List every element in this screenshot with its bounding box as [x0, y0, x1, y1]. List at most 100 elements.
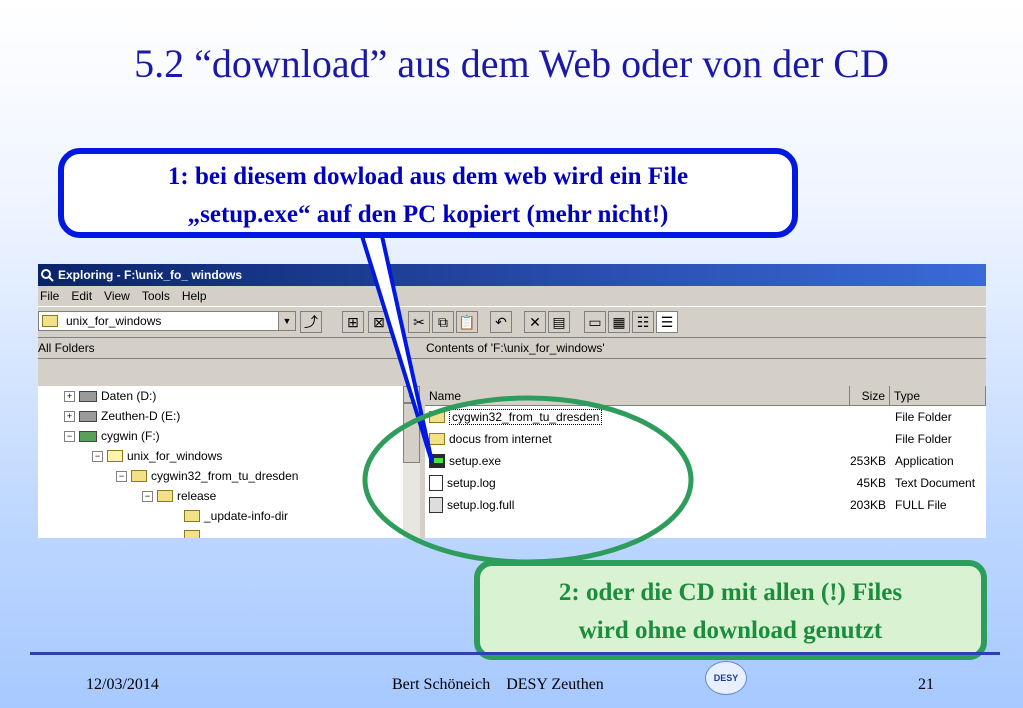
- column-name[interactable]: Name: [425, 386, 850, 406]
- explorer-window: Exploring - F:\unix_fo_ windows File Edi…: [38, 264, 986, 538]
- small-icons-button[interactable]: ▦: [608, 311, 630, 333]
- chevron-down-icon[interactable]: ▼: [278, 312, 295, 330]
- collapse-icon[interactable]: −: [142, 490, 153, 502]
- undo-button[interactable]: ↶: [490, 311, 512, 333]
- application-icon: [429, 454, 445, 468]
- tree-item-zeuthen[interactable]: + Zeuthen-D (E:): [64, 406, 180, 426]
- contents-label: Contents of 'F:\unix_for_windows': [426, 341, 605, 355]
- footer-author: Bert Schöneich DESY Zeuthen: [392, 676, 604, 693]
- copy-icon: ⧉: [438, 314, 448, 330]
- file-size: 253KB: [849, 454, 886, 468]
- file-row[interactable]: setup.log.full 203KB FULL File: [425, 494, 986, 516]
- callout-line: „setup.exe“ auf den PC kopiert (mehr nic…: [187, 201, 669, 228]
- tree-item-daten[interactable]: + Daten (D:): [64, 386, 156, 406]
- file-name: setup.exe: [449, 454, 502, 468]
- expand-icon[interactable]: +: [64, 390, 75, 402]
- up-folder-icon: ⤴: [304, 314, 318, 330]
- file-type: FULL File: [895, 498, 947, 512]
- file-list: Name Size Type cygwin32_from_tu_dresden …: [425, 386, 986, 538]
- folder-icon: [131, 470, 147, 482]
- tree-item-unix-for-windows[interactable]: − unix_for_windows: [92, 446, 222, 466]
- callout-cd: 2: oder die CD mit allen (!) Files wird …: [474, 560, 987, 660]
- tree-item-label: unix_for_windows: [127, 449, 223, 463]
- address-value: unix_for_windows: [66, 314, 162, 328]
- tree-item-label: release: [177, 489, 217, 503]
- file-row[interactable]: docus from internet File Folder: [425, 428, 986, 450]
- menu-view[interactable]: View: [104, 289, 130, 303]
- disconnect-drive-icon: ⊠: [373, 314, 385, 330]
- tree-item-label: Zeuthen-D (E:): [101, 409, 181, 423]
- expand-icon[interactable]: +: [64, 410, 75, 422]
- file-type: Text Document: [895, 476, 976, 490]
- file-size: 203KB: [849, 498, 886, 512]
- file-name: setup.log: [447, 476, 496, 490]
- list-view-icon: ☷: [636, 314, 650, 330]
- tree-item-partial[interactable]: [184, 526, 204, 538]
- window-title: Exploring - F:\unix_fo_ windows: [58, 268, 243, 282]
- window-titlebar[interactable]: Exploring - F:\unix_fo_ windows: [38, 264, 986, 286]
- collapse-icon[interactable]: −: [116, 470, 127, 482]
- paste-icon: 📋: [458, 314, 476, 330]
- folder-tree[interactable]: + Daten (D:) + Zeuthen-D (E:) − cygwin (…: [38, 386, 403, 538]
- scroll-up-icon[interactable]: ▲: [403, 386, 420, 403]
- page-number: 21: [918, 676, 934, 693]
- paste-button[interactable]: 📋: [456, 311, 478, 333]
- tree-item-label: _update-info-dir: [204, 509, 289, 523]
- menu-tools[interactable]: Tools: [142, 289, 170, 303]
- column-size[interactable]: Size: [850, 386, 890, 406]
- file-type: File Folder: [895, 432, 952, 446]
- column-type[interactable]: Type: [890, 386, 986, 406]
- tree-item-update-info-dir[interactable]: _update-info-dir: [184, 506, 288, 526]
- file-name: setup.log.full: [447, 498, 515, 512]
- callout-download: 1: bei diesem dowload aus dem web wird e…: [58, 148, 798, 238]
- callout-line: 2: oder die CD mit allen (!) Files: [558, 579, 903, 606]
- scroll-thumb[interactable]: [403, 403, 420, 463]
- cut-button[interactable]: ✂: [408, 311, 430, 333]
- all-folders-label: All Folders: [38, 341, 95, 355]
- file-type: Application: [895, 454, 954, 468]
- properties-button[interactable]: ▤: [548, 311, 570, 333]
- properties-icon: ▤: [552, 314, 566, 330]
- folder-icon: [184, 530, 200, 538]
- menu-edit[interactable]: Edit: [71, 289, 92, 303]
- file-row[interactable]: setup.log 45KB Text Document: [425, 472, 986, 494]
- file-row[interactable]: setup.exe 253KB Application: [425, 450, 986, 472]
- undo-icon: ↶: [495, 314, 507, 330]
- map-drive-button[interactable]: ⊞: [342, 311, 364, 333]
- tree-item-cygwin[interactable]: − cygwin (F:): [64, 426, 160, 446]
- address-combo[interactable]: unix_for_windows ▼: [38, 311, 296, 331]
- toolbar: unix_for_windows ▼ ⤴ ⊞ ⊠ ✂ ⧉ 📋 ↶ ✕ ▤ ▭ ▦…: [38, 306, 986, 338]
- network-drive-icon: [79, 410, 97, 422]
- small-icons-icon: ▦: [612, 314, 626, 330]
- file-name: docus from internet: [449, 432, 552, 446]
- panes-header: All Folders Contents of 'F:\unix_for_win…: [38, 338, 986, 359]
- up-folder-button[interactable]: ⤴: [300, 311, 322, 333]
- details-view-button[interactable]: ☰: [656, 311, 678, 333]
- menu-help[interactable]: Help: [182, 289, 207, 303]
- large-icons-button[interactable]: ▭: [584, 311, 606, 333]
- delete-button[interactable]: ✕: [524, 311, 546, 333]
- tree-item-label: Daten (D:): [101, 389, 157, 403]
- menu-file[interactable]: File: [40, 289, 59, 303]
- callout-line: wird ohne download genutzt: [578, 617, 883, 644]
- menu-bar: File Edit View Tools Help: [38, 286, 986, 306]
- collapse-icon[interactable]: −: [64, 430, 75, 442]
- disconnect-drive-button[interactable]: ⊠: [368, 311, 390, 333]
- file-row[interactable]: cygwin32_from_tu_dresden File Folder: [425, 406, 986, 428]
- tree-item-label: cygwin32_from_tu_dresden: [151, 469, 299, 483]
- tree-item-label: cygwin (F:): [101, 429, 160, 443]
- tree-item-cygwin32[interactable]: − cygwin32_from_tu_dresden: [116, 466, 298, 486]
- tree-item-release[interactable]: − release: [142, 486, 216, 506]
- large-icons-icon: ▭: [588, 314, 602, 330]
- cut-icon: ✂: [413, 314, 425, 330]
- folder-icon: [157, 490, 173, 502]
- copy-button[interactable]: ⧉: [432, 311, 454, 333]
- folder-icon: [429, 411, 445, 423]
- collapse-icon[interactable]: −: [92, 450, 103, 462]
- folder-icon: [184, 510, 200, 522]
- list-view-button[interactable]: ☷: [632, 311, 654, 333]
- tree-scrollbar[interactable]: ▲: [403, 386, 420, 538]
- desy-logo: DESY: [705, 661, 747, 695]
- delete-icon: ✕: [529, 314, 541, 330]
- map-drive-icon: ⊞: [347, 314, 359, 330]
